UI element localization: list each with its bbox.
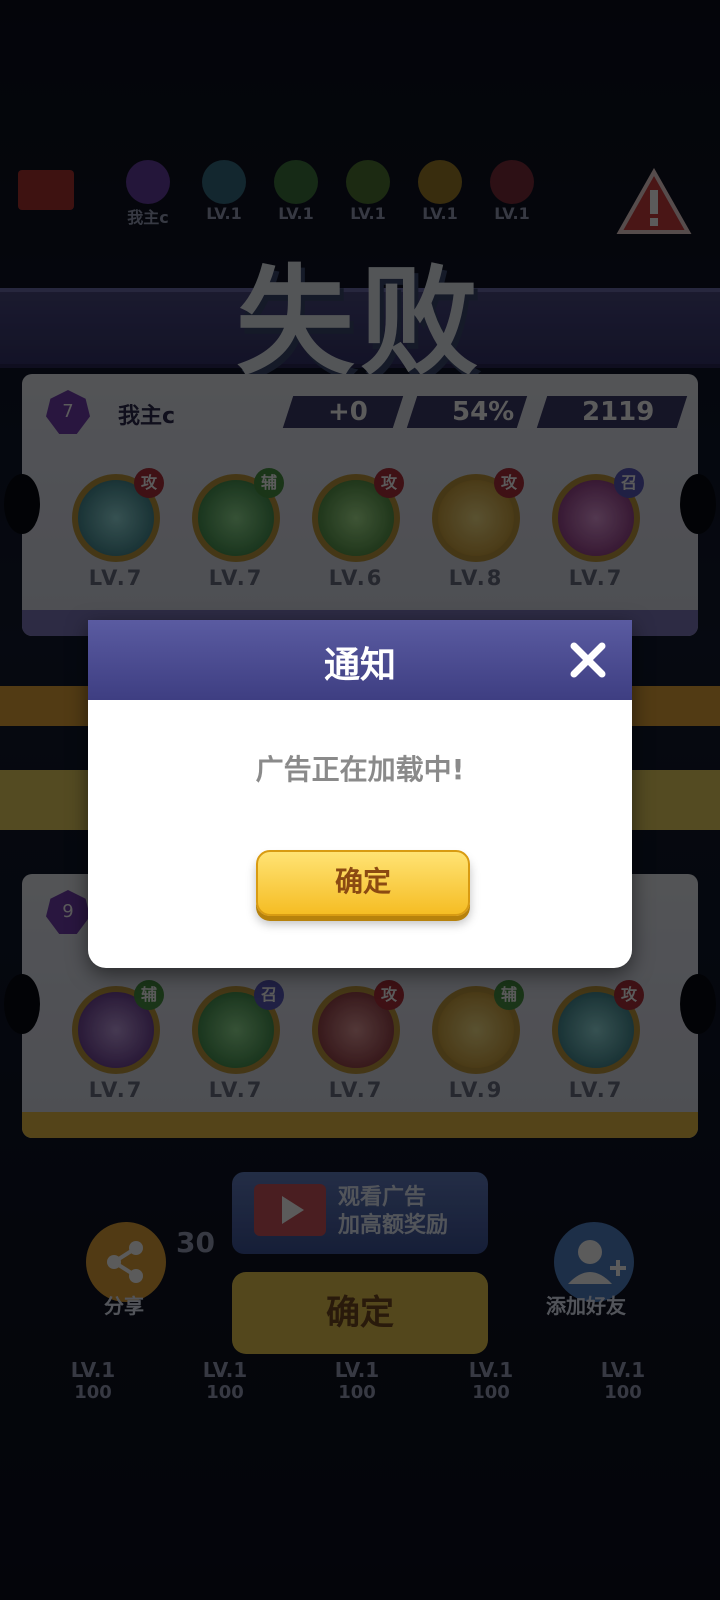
dialog-title: 通知 xyxy=(323,645,396,686)
dialog-header: 通知 xyxy=(88,620,632,700)
dialog-confirm-button[interactable]: 确定 xyxy=(256,850,470,916)
dialog-message: 广告正在加载中! xyxy=(255,753,465,786)
close-icon[interactable] xyxy=(566,638,610,682)
notice-dialog: 通知 广告正在加载中! 确定 xyxy=(88,620,632,968)
